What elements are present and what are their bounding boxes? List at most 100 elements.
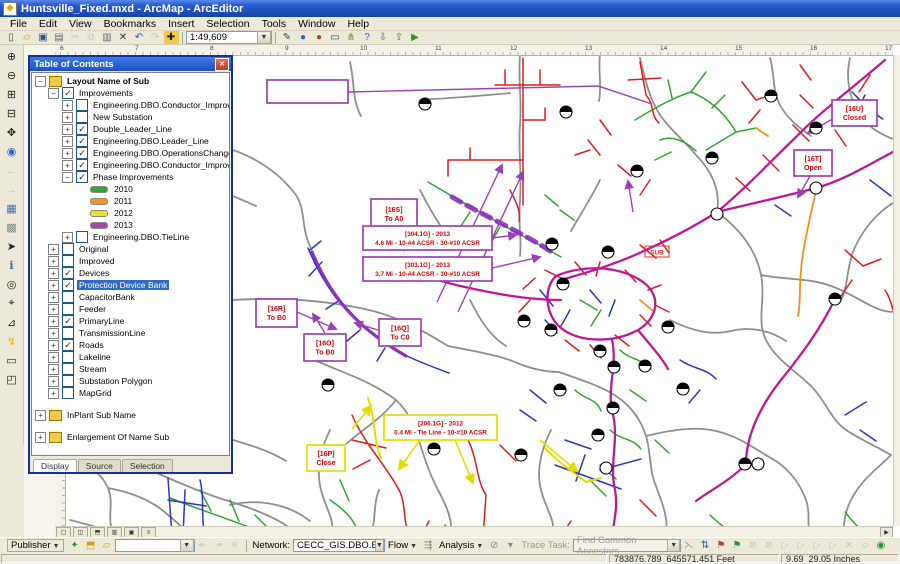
expand-icon[interactable]: + <box>62 136 73 147</box>
fixed-zoom-out-icon[interactable]: ⊟ <box>2 105 21 122</box>
add-data-icon[interactable]: ✚ <box>164 31 179 44</box>
collapse-icon[interactable]: − <box>62 172 73 183</box>
toc-layer-tree[interactable]: −Layout Name of Sub−✓Improvements+Engine… <box>31 72 230 456</box>
toc-layer-improved[interactable]: +Improved <box>32 255 229 267</box>
toc-legend-2013[interactable]: 2013 <box>32 219 229 231</box>
protection-device-symbol[interactable] <box>662 321 674 333</box>
measure-icon[interactable]: ⊿ <box>2 314 21 331</box>
toc-layer-stream[interactable]: +Stream <box>32 363 229 375</box>
protection-device-symbol[interactable] <box>419 98 431 110</box>
find-icon[interactable]: ◎ <box>2 276 21 293</box>
zoom-whole-page-icon[interactable]: ▢ <box>56 527 71 537</box>
menu-help[interactable]: Help <box>341 18 375 30</box>
expand-icon[interactable]: + <box>48 364 59 375</box>
map-callout-16T[interactable]: [16T]Open <box>794 150 832 176</box>
map-scale-combo[interactable]: 1:49,609 ▼ <box>186 31 272 44</box>
full-extent-icon[interactable]: ◉ <box>2 143 21 160</box>
junction-flag-icon[interactable]: ⚑ <box>713 539 728 552</box>
protection-device-symbol[interactable] <box>518 315 530 327</box>
protection-device-symbol[interactable] <box>607 402 619 414</box>
protection-device-symbol[interactable] <box>639 360 651 372</box>
model-builder-icon[interactable]: ▶ <box>408 31 423 44</box>
map-callout-16P[interactable]: [16P]Close <box>307 445 345 471</box>
expand-icon[interactable]: + <box>62 100 73 111</box>
toc-layer-phase-improvements[interactable]: −✓Phase Improvements <box>32 171 229 183</box>
map-callout-blank-callout[interactable] <box>267 80 348 103</box>
layer-checkbox[interactable]: ✓ <box>76 123 88 135</box>
map-callout-304-1G[interactable]: [304.1G] - 20134.6 Mi - 10-#4 ACSR - 30-… <box>363 226 492 250</box>
toc-layer-engineering-dbo-operationschange[interactable]: +✓Engineering.DBO.OperationsChange <box>32 147 229 159</box>
dropdown-icon[interactable]: ▼ <box>375 539 384 552</box>
toc-layer-mapgrid[interactable]: +MapGrid <box>32 387 229 399</box>
table-of-contents-window[interactable]: Table of Contents ✕ −Layout Name of Sub−… <box>28 55 233 474</box>
hyperlink-icon[interactable]: ↯ <box>2 333 21 350</box>
layer-checkbox[interactable] <box>76 99 88 111</box>
toc-layer-engineering-dbo-leader-line[interactable]: +✓Engineering.DBO.Leader_Line <box>32 135 229 147</box>
layer-checkbox[interactable]: ✓ <box>62 267 74 279</box>
zoom-out-icon[interactable]: ⊖ <box>2 67 21 84</box>
protection-device-symbol[interactable] <box>739 458 751 470</box>
clear-results-icon[interactable]: ◌ <box>857 539 872 552</box>
toc-frame-enlargement-of-name-sub[interactable]: +Enlargement Of Name Sub <box>32 431 229 443</box>
layer-checkbox[interactable] <box>62 387 74 399</box>
protection-device-symbol[interactable] <box>765 90 777 102</box>
layer-checkbox[interactable] <box>62 243 74 255</box>
html-popup-icon[interactable]: ▭ <box>2 352 21 369</box>
barriers-icon[interactable]: ⊘ <box>487 539 502 552</box>
open-device-symbol[interactable] <box>752 458 764 470</box>
protection-device-symbol[interactable] <box>545 324 557 336</box>
menu-bookmarks[interactable]: Bookmarks <box>98 18 163 30</box>
identify-icon[interactable]: ℹ <box>2 257 21 274</box>
menu-selection[interactable]: Selection <box>200 18 255 30</box>
map-callout-16R[interactable]: [16R]To B0 <box>256 299 297 327</box>
publisher-menu-button[interactable]: Publisher▼ <box>7 539 64 552</box>
open-device-symbol[interactable] <box>711 208 723 220</box>
flow-display-icon[interactable]: ⇶ <box>421 539 436 552</box>
open-device-symbol[interactable] <box>810 182 822 194</box>
network-combo[interactable]: CECC_GIS.DBO.ElectricNetw ▼ <box>293 539 385 552</box>
layout-rectangle-icon[interactable]: ▭ <box>328 31 343 44</box>
protection-device-symbol[interactable] <box>322 379 334 391</box>
new-map-icon[interactable]: ▯ <box>4 31 19 44</box>
menu-file[interactable]: File <box>4 18 33 30</box>
select-features-icon[interactable]: ▦ <box>2 200 21 217</box>
delete-icon[interactable]: ✕ <box>116 31 131 44</box>
expand-icon[interactable]: + <box>62 160 73 171</box>
flow-menu-button[interactable]: Flow▼ <box>388 540 417 551</box>
open-device-symbol[interactable] <box>600 462 612 474</box>
expand-icon[interactable]: + <box>48 292 59 303</box>
toggle-draft-mode-icon[interactable]: ▥ <box>107 527 122 537</box>
pan-icon[interactable]: ✥ <box>2 124 21 141</box>
expand-icon[interactable]: + <box>48 328 59 339</box>
menu-insert[interactable]: Insert <box>162 18 200 30</box>
expand-icon[interactable]: + <box>48 280 59 291</box>
expand-icon[interactable]: + <box>62 124 73 135</box>
expand-icon[interactable]: + <box>62 148 73 159</box>
solve-trace-icon[interactable]: ⋋ <box>681 539 696 552</box>
toc-layer-devices[interactable]: +✓Devices <box>32 267 229 279</box>
menu-view[interactable]: View <box>63 18 98 30</box>
layer-checkbox[interactable] <box>62 363 74 375</box>
map-callout-16Q[interactable]: [16Q]To C0 <box>379 319 421 346</box>
protection-device-symbol[interactable] <box>810 122 822 134</box>
protection-device-symbol[interactable] <box>631 165 643 177</box>
map-callout-206-1G[interactable]: [206.1G] - 20120.4 Mi - Tie Line - 10-#1… <box>384 415 497 440</box>
protection-device-symbol[interactable] <box>546 238 558 250</box>
set-flow-icon[interactable]: ⇅ <box>697 539 712 552</box>
expand-icon[interactable]: + <box>48 304 59 315</box>
layer-checkbox[interactable] <box>62 375 74 387</box>
toc-layer-double-leader-line[interactable]: +✓Double_Leader_Line <box>32 123 229 135</box>
toc-layer-substation-polygon[interactable]: +Substation Polygon <box>32 375 229 387</box>
toc-layer-engineering-dbo-conductor-improvements[interactable]: +✓Engineering.DBO.Conductor_Improvements <box>32 159 229 171</box>
toc-layer-engineering-dbo-tieline[interactable]: +Engineering.DBO.TieLine <box>32 231 229 243</box>
fixed-zoom-in-icon[interactable]: ⊞ <box>2 86 21 103</box>
clear-selection-icon[interactable]: ▩ <box>2 219 21 236</box>
layer-checkbox[interactable]: ✓ <box>62 87 74 99</box>
protection-device-symbol[interactable] <box>602 246 614 258</box>
layer-checkbox[interactable] <box>62 303 74 315</box>
toc-layer-lakeline[interactable]: +Lakeline <box>32 351 229 363</box>
protection-device-symbol[interactable] <box>706 152 718 164</box>
change-layout-icon[interactable]: ≡ <box>141 527 156 537</box>
undo-icon[interactable]: ↶ <box>132 31 147 44</box>
layer-checkbox[interactable] <box>62 351 74 363</box>
